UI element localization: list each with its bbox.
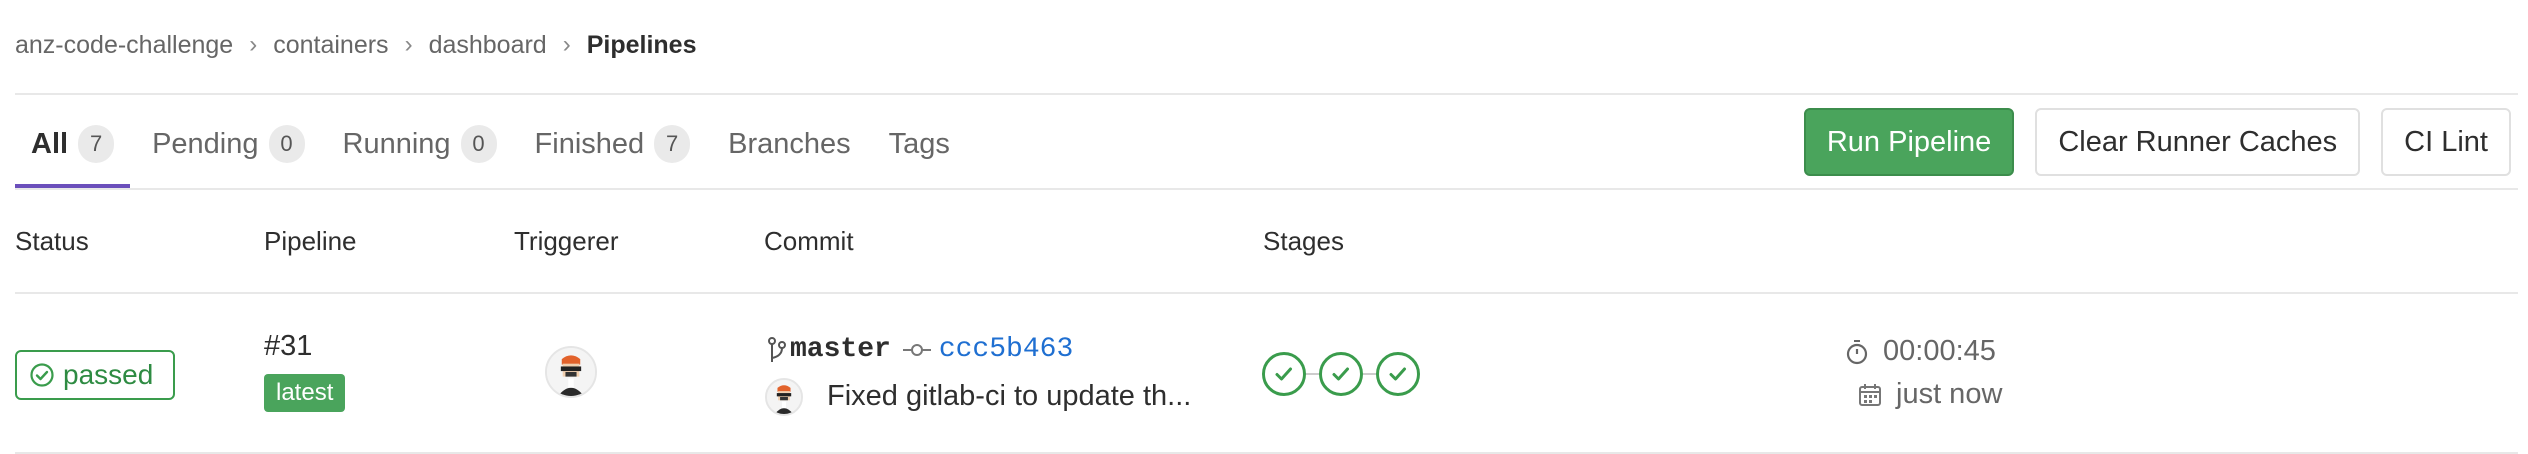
finished-value: just now	[1896, 378, 2003, 410]
duration-value: 00:00:45	[1883, 335, 1996, 367]
tab-label: Tags	[888, 127, 950, 160]
tab-tags[interactable]: Tags	[873, 100, 966, 188]
pipeline-duration: 00:00:45	[1845, 335, 1996, 368]
tab-running[interactable]: Running 0	[327, 100, 513, 188]
commit-icon	[902, 343, 931, 356]
breadcrumb-group[interactable]: containers	[273, 31, 388, 60]
calendar-icon	[1859, 383, 1881, 406]
stage-connector	[1306, 373, 1319, 375]
stage-status-button[interactable]	[1262, 352, 1306, 396]
divider	[15, 292, 2518, 294]
check-circle-icon	[30, 363, 54, 387]
pipeline-stages	[1262, 352, 1420, 396]
run-pipeline-button[interactable]: Run Pipeline	[1803, 108, 2015, 176]
tab-branches[interactable]: Branches	[712, 100, 867, 188]
breadcrumb-subgroup[interactable]: dashboard	[429, 31, 547, 60]
column-header-commit: Commit	[764, 226, 854, 256]
tab-count-badge: 0	[268, 125, 305, 163]
git-branch-icon	[768, 336, 786, 362]
triggerer-avatar[interactable]	[545, 346, 597, 398]
column-header-triggerer: Triggerer	[514, 226, 619, 256]
status-label: passed	[63, 359, 154, 390]
tab-label: Running	[342, 127, 451, 160]
column-header-status: Status	[15, 226, 89, 256]
status-badge[interactable]: passed	[15, 350, 175, 400]
avatar-image	[767, 380, 801, 414]
tab-count-badge: 7	[78, 125, 115, 163]
pipeline-actions: Run Pipeline Clear Runner Caches CI Lint	[1803, 108, 2511, 176]
clear-runner-caches-button[interactable]: Clear Runner Caches	[2035, 108, 2361, 176]
ci-lint-button[interactable]: CI Lint	[2381, 108, 2511, 176]
timer-icon	[1846, 339, 1868, 364]
avatar-image	[547, 348, 595, 396]
tab-count-badge: 7	[654, 125, 691, 163]
branch-link[interactable]: master	[790, 334, 891, 365]
stage-status-button[interactable]	[1319, 352, 1363, 396]
tab-label: Pending	[152, 127, 259, 160]
pipeline-finished: just now	[1858, 378, 2002, 411]
tab-finished[interactable]: Finished 7	[519, 100, 707, 188]
check-icon	[1275, 367, 1292, 381]
tab-label: Branches	[728, 127, 851, 160]
latest-badge: latest	[264, 374, 346, 412]
breadcrumb: anz-code-challenge › containers › dashbo…	[15, 24, 696, 66]
commit-author-avatar[interactable]	[765, 378, 803, 416]
breadcrumb-separator: ›	[249, 31, 258, 58]
tab-all[interactable]: All 7	[15, 100, 131, 188]
stage-status-button[interactable]	[1376, 352, 1420, 396]
commit-message-link[interactable]: Fixed gitlab-ci to update th...	[827, 380, 1191, 413]
breadcrumb-separator: ›	[404, 31, 413, 58]
tab-label: All	[31, 127, 69, 160]
stage-connector	[1363, 373, 1376, 375]
column-header-stages: Stages	[1263, 226, 1344, 256]
commit-sha-link[interactable]: ccc5b463	[939, 334, 1073, 365]
check-icon	[1389, 367, 1406, 381]
breadcrumb-current[interactable]: Pipelines	[587, 31, 697, 60]
tab-label: Finished	[534, 127, 645, 160]
commit-ref: master ccc5b463	[766, 334, 1073, 365]
divider	[15, 188, 2518, 190]
check-icon	[1332, 367, 1349, 381]
tab-pending[interactable]: Pending 0	[136, 100, 320, 188]
pipeline-id-link[interactable]: #31	[264, 330, 312, 363]
pipeline-tabs: All 7 Pending 0 Running 0 Finished 7 Bra…	[15, 100, 972, 188]
breadcrumb-separator: ›	[562, 31, 571, 58]
tab-count-badge: 0	[460, 125, 497, 163]
breadcrumb-project[interactable]: anz-code-challenge	[15, 31, 233, 60]
column-header-pipeline: Pipeline	[264, 226, 357, 256]
divider	[15, 93, 2518, 95]
